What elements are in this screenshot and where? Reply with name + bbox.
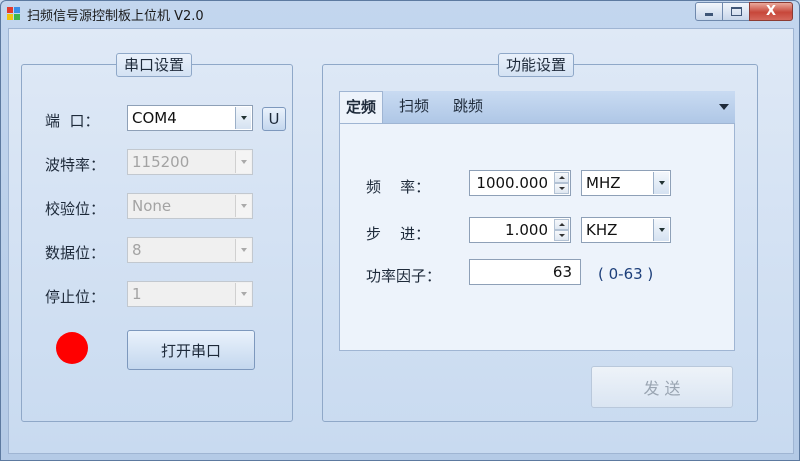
tab-hop[interactable]: 跳频 [447, 91, 489, 123]
minimize-icon [705, 13, 713, 16]
baud-value: 115200 [132, 153, 190, 171]
close-button[interactable]: X [749, 2, 793, 21]
caption-buttons: X [695, 2, 793, 21]
chevron-down-icon[interactable] [653, 219, 669, 241]
frequency-value: 1000.000 [476, 174, 548, 192]
parity-select[interactable]: None [127, 193, 253, 219]
baud-select[interactable]: 115200 [127, 149, 253, 175]
databits-select[interactable]: 8 [127, 237, 253, 263]
port-label: 端 口： [45, 112, 100, 130]
baud-label: 波特率： [45, 156, 106, 174]
frequency-input[interactable]: 1000.000 [469, 170, 571, 196]
serial-settings-group: 串口设置 端 口： COM4 U 波特率： 115200 校验位： None 数… [21, 53, 293, 422]
chevron-down-icon [235, 239, 251, 261]
step-unit-value: KHZ [586, 221, 618, 239]
frequency-down-icon[interactable] [554, 183, 569, 194]
app-icon [7, 7, 21, 21]
title-bar[interactable]: 扫频信号源控制板上位机 V2.0 X [1, 1, 799, 27]
open-port-button[interactable]: 打开串口 [127, 330, 255, 370]
stopbits-select[interactable]: 1 [127, 281, 253, 307]
maximize-icon [730, 7, 742, 16]
tab-fixed-frequency[interactable]: 定频 [339, 91, 384, 124]
close-icon: X [765, 4, 777, 19]
frequency-label: 频 率： [366, 178, 431, 196]
power-range-hint: ( 0-63 ) [598, 265, 654, 283]
databits-value: 8 [132, 241, 142, 259]
step-down-icon[interactable] [554, 230, 569, 241]
main-window: 扫频信号源控制板上位机 V2.0 X 串口设置 端 口： COM4 U 波特率：… [0, 0, 800, 461]
step-unit-select[interactable]: KHZ [581, 217, 671, 243]
parity-label: 校验位： [45, 200, 106, 218]
power-value: 63 [552, 263, 572, 281]
chevron-down-icon [235, 283, 251, 305]
power-input[interactable]: 63 [469, 259, 581, 285]
function-group-title: 功能设置 [498, 53, 575, 77]
tab-strip: 定频 扫频 跳频 [339, 91, 735, 124]
serial-group-title: 串口设置 [116, 53, 193, 77]
frequency-up-icon[interactable] [554, 172, 569, 183]
minimize-button[interactable] [695, 2, 723, 21]
chevron-down-icon[interactable] [653, 172, 669, 194]
chevron-down-icon[interactable] [235, 107, 251, 129]
tab-sweep[interactable]: 扫频 [393, 91, 435, 123]
step-input[interactable]: 1.000 [469, 217, 571, 243]
connection-status-led [56, 332, 88, 364]
step-label: 步 进： [366, 225, 431, 243]
window-title: 扫频信号源控制板上位机 V2.0 [27, 9, 204, 24]
client-area: 串口设置 端 口： COM4 U 波特率： 115200 校验位： None 数… [8, 28, 794, 454]
frequency-unit-select[interactable]: MHZ [581, 170, 671, 196]
fixed-frequency-panel: 频 率： 1000.000 MHZ 步 进： 1.000 KHZ 功率因子： 6… [339, 123, 735, 351]
chevron-down-icon [235, 151, 251, 173]
port-select[interactable]: COM4 [127, 105, 253, 131]
step-up-icon[interactable] [554, 219, 569, 230]
send-button[interactable]: 发 送 [591, 366, 733, 408]
parity-value: None [132, 197, 172, 215]
frequency-unit-value: MHZ [586, 174, 621, 192]
power-label: 功率因子： [366, 267, 442, 285]
stopbits-label: 停止位： [45, 288, 106, 306]
chevron-down-icon [235, 195, 251, 217]
databits-label: 数据位： [45, 244, 106, 262]
stopbits-value: 1 [132, 285, 142, 303]
port-value: COM4 [132, 109, 177, 127]
tab-dropdown-icon[interactable] [719, 104, 729, 110]
function-settings-group: 功能设置 定频 扫频 跳频 频 率： 1000.000 MHZ 步 进： 1.0… [322, 53, 758, 422]
refresh-ports-button[interactable]: U [262, 107, 286, 131]
maximize-button[interactable] [722, 2, 750, 21]
step-value: 1.000 [505, 221, 548, 239]
